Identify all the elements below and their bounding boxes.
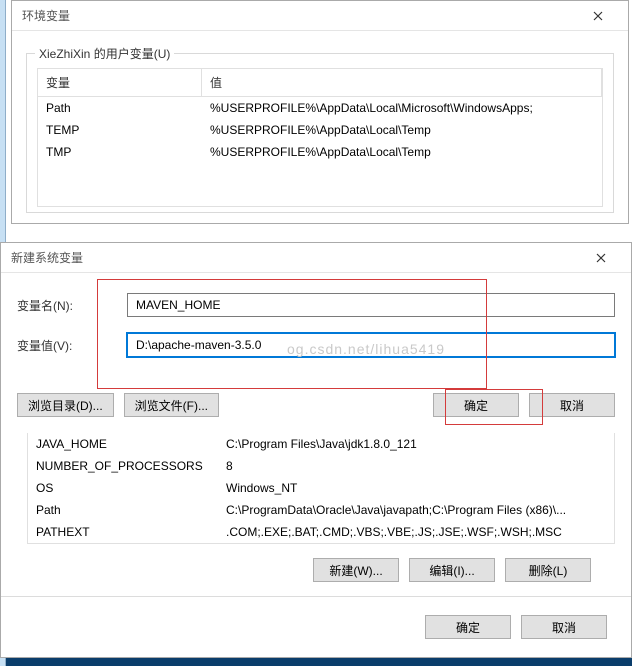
- browse-file-button[interactable]: 浏览文件(F)...: [124, 393, 219, 417]
- new-system-variable-dialog: 新建系统变量 变量名(N): 变量值(V): og.csdn.net/lihua…: [0, 242, 632, 658]
- table-row[interactable]: JAVA_HOME C:\Program Files\Java\jdk1.8.0…: [28, 433, 614, 455]
- col-header-variable[interactable]: 变量: [38, 69, 202, 96]
- variable-value-label: 变量值(V):: [17, 337, 127, 354]
- cell-var: JAVA_HOME: [36, 437, 226, 451]
- close-icon[interactable]: [581, 244, 621, 272]
- cell-var: TMP: [46, 145, 210, 159]
- cell-val: 8: [226, 459, 606, 473]
- cancel-button[interactable]: 取消: [529, 393, 615, 417]
- user-variables-group: XieZhiXin 的用户变量(U) 变量 值 Path %USERPROFIL…: [26, 53, 614, 213]
- table-row[interactable]: PATHEXT .COM;.EXE;.BAT;.CMD;.VBS;.VBE;.J…: [28, 521, 614, 543]
- edit-button[interactable]: 编辑(I)...: [409, 558, 495, 582]
- cell-var: Path: [46, 101, 210, 115]
- newvar-titlebar[interactable]: 新建系统变量: [1, 243, 631, 273]
- cell-var: TEMP: [46, 123, 210, 137]
- variable-name-label: 变量名(N):: [17, 297, 127, 314]
- ok-button[interactable]: 确定: [425, 615, 511, 639]
- table-row[interactable]: TEMP %USERPROFILE%\AppData\Local\Temp: [38, 119, 602, 141]
- cancel-button[interactable]: 取消: [521, 615, 607, 639]
- system-variables-area: JAVA_HOME C:\Program Files\Java\jdk1.8.0…: [1, 433, 631, 596]
- env-variables-dialog: 环境变量 XieZhiXin 的用户变量(U) 变量 值 Path %USERP…: [11, 0, 629, 224]
- cell-var: OS: [36, 481, 226, 495]
- table-row[interactable]: Path %USERPROFILE%\AppData\Local\Microso…: [38, 97, 602, 119]
- table-row[interactable]: Path C:\ProgramData\Oracle\Java\javapath…: [28, 499, 614, 521]
- col-header-value[interactable]: 值: [202, 69, 602, 96]
- browse-directory-button[interactable]: 浏览目录(D)...: [17, 393, 114, 417]
- user-table-body[interactable]: Path %USERPROFILE%\AppData\Local\Microso…: [37, 97, 603, 207]
- system-table-body[interactable]: JAVA_HOME C:\Program Files\Java\jdk1.8.0…: [27, 433, 615, 544]
- user-table-header: 变量 值: [37, 68, 603, 97]
- table-row[interactable]: OS Windows_NT: [28, 477, 614, 499]
- cell-val: %USERPROFILE%\AppData\Local\Temp: [210, 123, 594, 137]
- newvar-title: 新建系统变量: [11, 249, 83, 266]
- variable-name-input[interactable]: [127, 293, 615, 317]
- cell-var: PATHEXT: [36, 525, 226, 539]
- cell-val: .COM;.EXE;.BAT;.CMD;.VBS;.VBE;.JS;.JSE;.…: [226, 525, 606, 539]
- cell-var: Path: [36, 503, 226, 517]
- table-row[interactable]: NUMBER_OF_PROCESSORS 8: [28, 455, 614, 477]
- cell-var: NUMBER_OF_PROCESSORS: [36, 459, 226, 473]
- env-dialog-title: 环境变量: [22, 7, 70, 24]
- cell-val: C:\ProgramData\Oracle\Java\javapath;C:\P…: [226, 503, 606, 517]
- new-button[interactable]: 新建(W)...: [313, 558, 399, 582]
- variable-value-input[interactable]: [127, 333, 615, 357]
- user-variables-label: XieZhiXin 的用户变量(U): [35, 45, 174, 62]
- cell-val: Windows_NT: [226, 481, 606, 495]
- delete-button[interactable]: 删除(L): [505, 558, 591, 582]
- cell-val: C:\Program Files\Java\jdk1.8.0_121: [226, 437, 606, 451]
- cell-val: %USERPROFILE%\AppData\Local\Microsoft\Wi…: [210, 101, 594, 115]
- ok-button[interactable]: 确定: [433, 393, 519, 417]
- close-icon[interactable]: [578, 2, 618, 30]
- table-row[interactable]: TMP %USERPROFILE%\AppData\Local\Temp: [38, 141, 602, 163]
- cell-val: %USERPROFILE%\AppData\Local\Temp: [210, 145, 594, 159]
- env-dialog-titlebar[interactable]: 环境变量: [12, 1, 628, 31]
